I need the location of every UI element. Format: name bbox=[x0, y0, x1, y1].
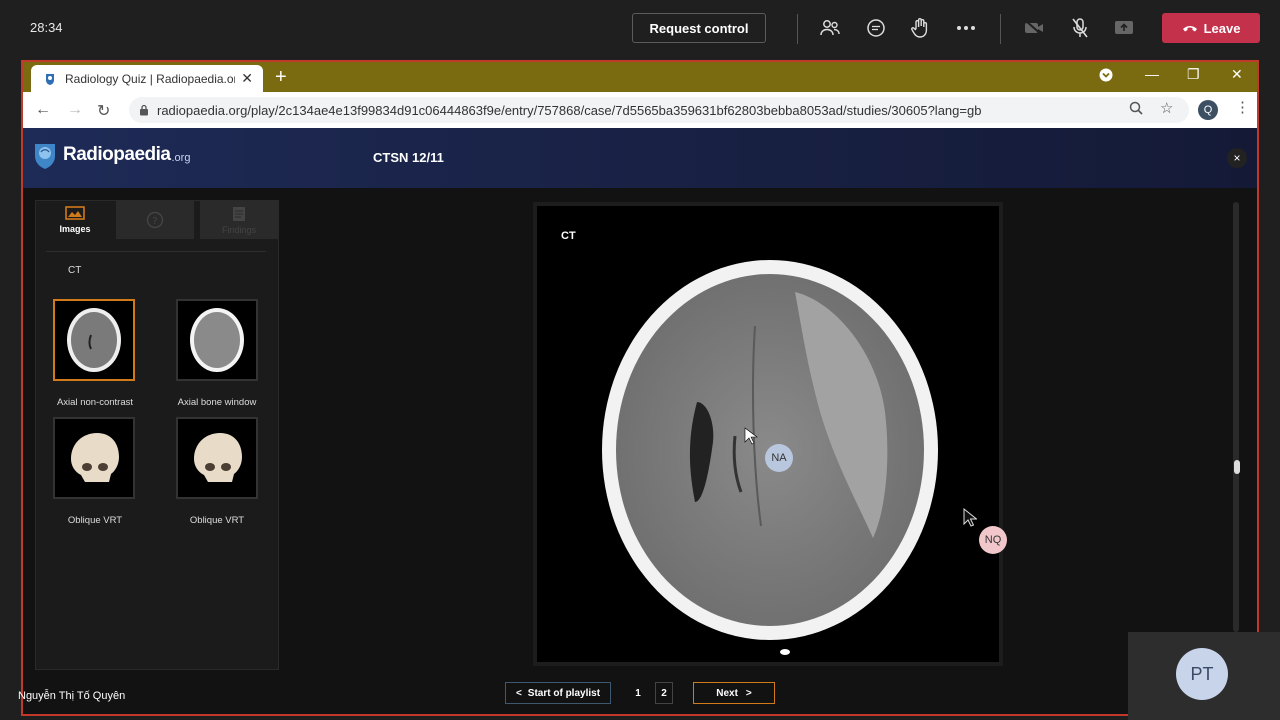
tab-findings-label: Findings bbox=[221, 224, 257, 235]
share-icon[interactable] bbox=[1112, 16, 1136, 40]
chevron-right-icon: > bbox=[745, 687, 752, 699]
raise-hand-icon[interactable] bbox=[908, 16, 932, 40]
thumbnail-axial-bone-window[interactable] bbox=[176, 299, 258, 381]
tab-findings[interactable]: Findings bbox=[200, 201, 278, 239]
thumbnail-label: Oblique VRT bbox=[189, 515, 245, 526]
request-control-button[interactable]: Request control bbox=[632, 13, 766, 43]
presenter-name: Nguyễn Thị Tố Quyên bbox=[18, 690, 126, 702]
start-of-playlist-button[interactable]: < Start of playlist bbox=[505, 682, 611, 704]
svg-text:?: ? bbox=[152, 216, 157, 227]
thumbnail-axial-non-contrast[interactable] bbox=[53, 299, 135, 381]
new-tab-icon[interactable]: + bbox=[275, 66, 287, 89]
radiopaedia-logo[interactable]: Radiopaedia .org bbox=[31, 140, 190, 170]
tab-images-label: Images bbox=[59, 224, 91, 234]
page-scrollbar-thumb[interactable] bbox=[1234, 460, 1240, 474]
bookmark-star-icon[interactable]: ☆ bbox=[1160, 99, 1173, 117]
chrome-menu-icon[interactable]: ⋮ bbox=[1235, 98, 1250, 116]
window-close-icon[interactable]: ✕ bbox=[1231, 66, 1243, 83]
question-icon: ? bbox=[146, 211, 164, 229]
thumbnail-label: Axial bone window bbox=[177, 397, 257, 408]
shared-screen: Radiology Quiz | Radiopaedia.org ✕ + — ❐… bbox=[21, 60, 1259, 716]
toolbar-divider bbox=[797, 14, 798, 44]
leave-button[interactable]: Leave bbox=[1162, 13, 1260, 43]
leave-label: Leave bbox=[1203, 20, 1241, 36]
modality-section-label: CT bbox=[68, 265, 82, 276]
zoom-icon[interactable] bbox=[1129, 101, 1143, 119]
cursor-badge-nq: NQ bbox=[979, 526, 1007, 554]
mic-off-icon[interactable] bbox=[1068, 16, 1092, 40]
thumbnail-label: Axial non-contrast bbox=[56, 397, 134, 408]
next-label: Next bbox=[716, 687, 738, 699]
page-scrollbar-track[interactable] bbox=[1233, 202, 1239, 632]
tab-close-icon[interactable]: ✕ bbox=[241, 70, 253, 87]
divider bbox=[46, 251, 266, 252]
minimize-icon[interactable]: — bbox=[1145, 66, 1159, 82]
radiopaedia-brain-icon bbox=[35, 144, 55, 169]
camera-off-icon[interactable] bbox=[1022, 16, 1046, 40]
ct-image-viewer[interactable]: CT bbox=[533, 202, 1003, 666]
pointer-cursor-icon bbox=[963, 508, 977, 527]
back-icon[interactable]: ← bbox=[35, 101, 51, 119]
skull-3d-icon bbox=[71, 433, 119, 482]
browser-tab[interactable]: Radiology Quiz | Radiopaedia.org ✕ bbox=[31, 65, 263, 92]
teams-meeting-bar: 28:34 Request control Leave bbox=[0, 0, 1280, 58]
restore-icon[interactable]: ❐ bbox=[1187, 66, 1200, 83]
thumbnail-oblique-vrt[interactable] bbox=[53, 417, 135, 499]
forward-icon[interactable]: → bbox=[67, 101, 83, 119]
profile-avatar[interactable]: Q bbox=[1198, 100, 1218, 120]
thumbnail-oblique-vrt[interactable] bbox=[176, 417, 258, 499]
start-of-playlist-label: Start of playlist bbox=[527, 687, 601, 699]
study-sidepanel: Images ? Findings CT Axial non-contrast … bbox=[35, 200, 279, 670]
participant-avatar: PT bbox=[1176, 648, 1228, 700]
radiopaedia-favicon-icon bbox=[46, 73, 54, 85]
document-icon bbox=[233, 206, 245, 221]
chat-icon[interactable] bbox=[864, 16, 888, 40]
quiz-body: Images ? Findings CT Axial non-contrast … bbox=[23, 188, 1257, 714]
lock-icon bbox=[140, 104, 148, 116]
tab-question[interactable]: ? bbox=[116, 201, 194, 239]
reload-icon[interactable]: ↻ bbox=[97, 101, 110, 121]
tab-title: Radiology Quiz | Radiopaedia.org bbox=[65, 71, 235, 86]
image-icon bbox=[65, 206, 85, 220]
page-1-button[interactable]: 1 bbox=[629, 682, 647, 704]
participant-tile[interactable]: PT bbox=[1128, 632, 1280, 720]
more-icon[interactable] bbox=[954, 16, 978, 40]
ct-axial-slice-image bbox=[602, 260, 938, 655]
page-2-button[interactable]: 2 bbox=[655, 682, 673, 704]
toolbar-divider bbox=[1000, 14, 1001, 44]
tab-images[interactable]: Images bbox=[36, 201, 114, 239]
brand-suffix: .org bbox=[171, 152, 191, 164]
meeting-timer: 28:34 bbox=[30, 20, 63, 35]
quiz-title: CTSN 12/11 bbox=[373, 150, 444, 165]
radiopaedia-header: Radiopaedia .org CTSN 12/11 × bbox=[23, 128, 1257, 188]
next-button[interactable]: Next > bbox=[693, 682, 775, 704]
browser-toolbar: ← → ↻ radiopaedia.org/play/2c134ae4e13f9… bbox=[23, 92, 1257, 128]
quiz-close-button[interactable]: × bbox=[1227, 148, 1247, 168]
brand-name: Radiopaedia bbox=[63, 144, 171, 165]
chevron-left-icon: < bbox=[515, 687, 522, 699]
browser-tabstrip: Radiology Quiz | Radiopaedia.org ✕ + — ❐… bbox=[23, 62, 1257, 92]
phone-hangup-icon bbox=[1182, 26, 1197, 32]
address-bar[interactable]: radiopaedia.org/play/2c134ae4e13f99834d9… bbox=[129, 97, 1189, 123]
cursor-badge-na: NA bbox=[765, 444, 793, 472]
people-icon[interactable] bbox=[818, 16, 842, 40]
url-text: radiopaedia.org/play/2c134ae4e13f99834d9… bbox=[157, 102, 982, 118]
chrome-menu-down-icon[interactable] bbox=[1099, 68, 1113, 85]
skull-3d-icon bbox=[194, 433, 242, 482]
thumbnail-label: Oblique VRT bbox=[67, 515, 123, 526]
